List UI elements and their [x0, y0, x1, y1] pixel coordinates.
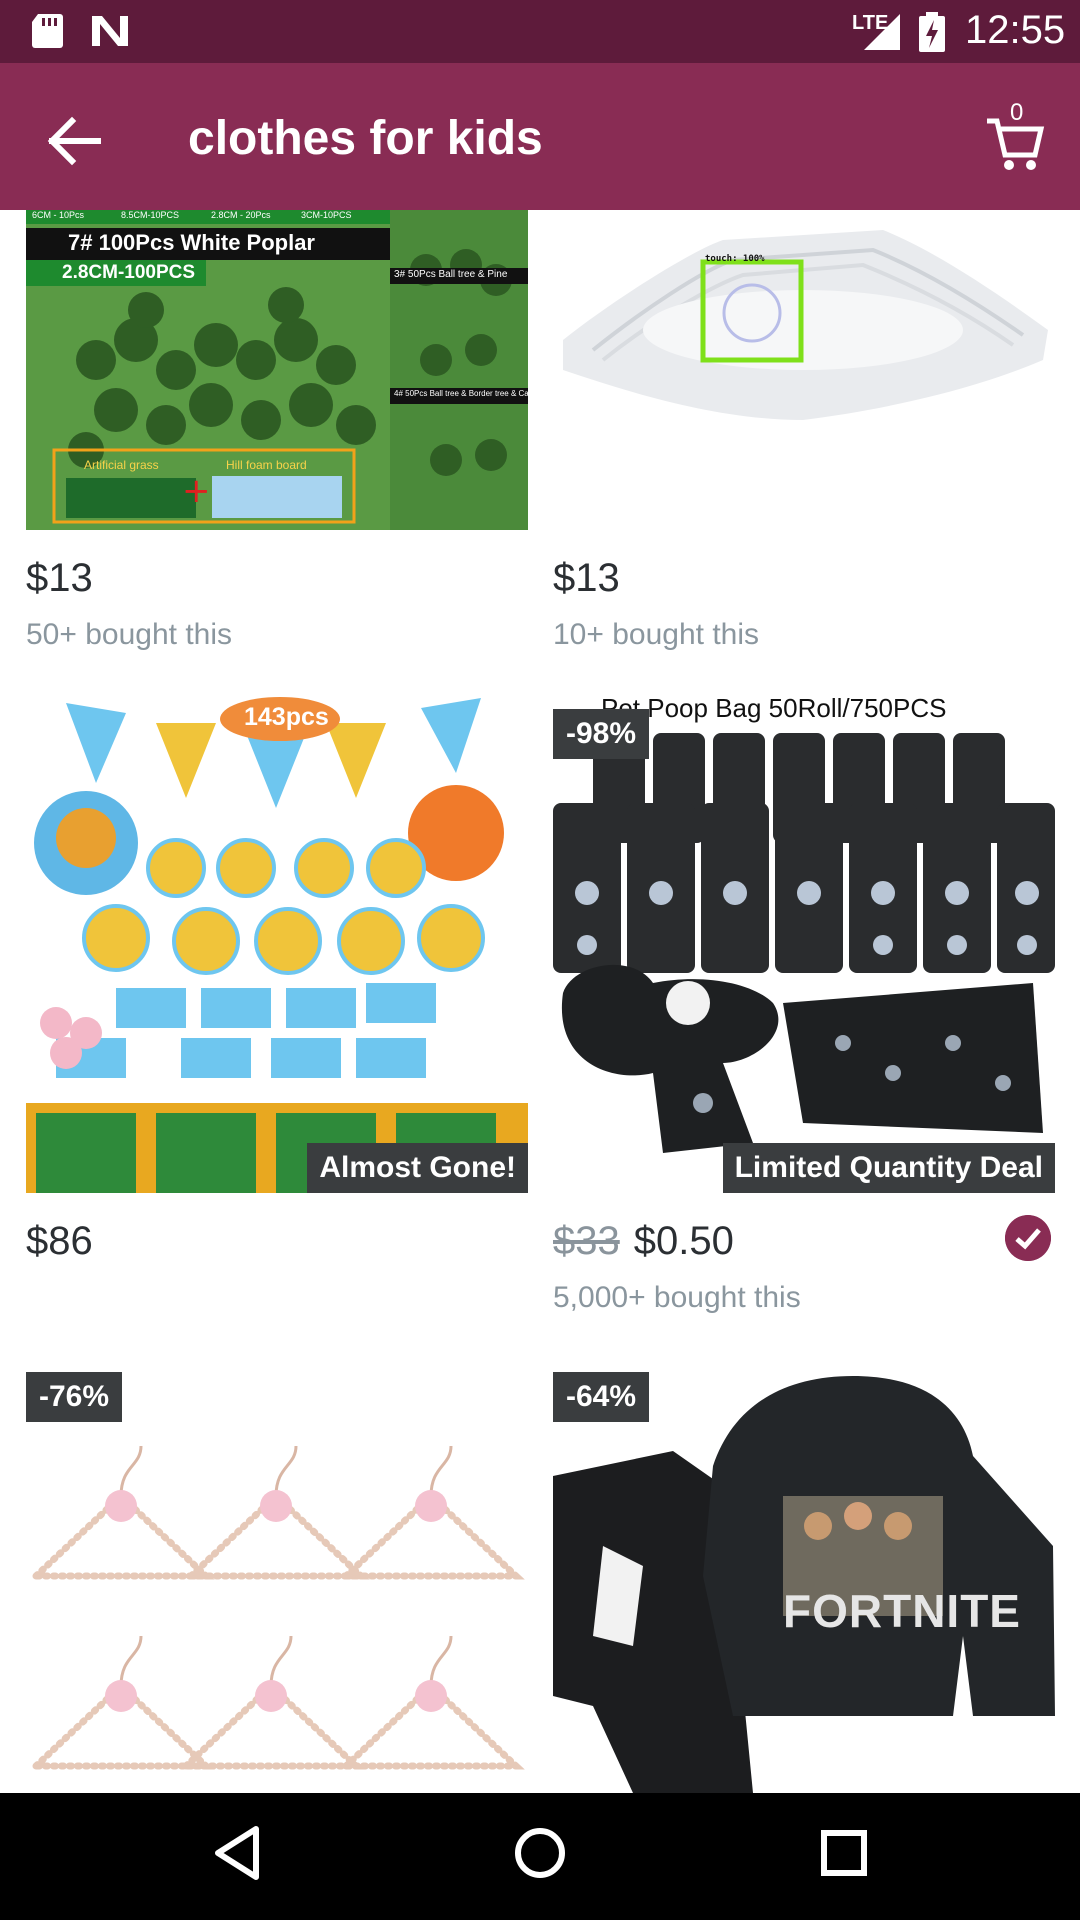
signal-icon	[864, 14, 900, 50]
wishlist-check-icon[interactable]	[1005, 1215, 1051, 1261]
product-price: $33 $0.50	[553, 1219, 734, 1264]
image-subline: 2.8CM-100PCS	[62, 262, 196, 283]
system-nav-bar	[0, 1793, 1080, 1920]
product-image[interactable]: -76%	[26, 1346, 528, 1793]
white-hangers-illustration	[563, 230, 1048, 420]
product-price: $13	[26, 556, 93, 600]
bought-count: 10+ bought this	[553, 618, 760, 651]
discount-badge: -98%	[553, 709, 650, 759]
image-headline: 7# 100Pcs White Poplar	[68, 230, 315, 255]
original-price: $33	[553, 1219, 620, 1263]
back-triangle-icon[interactable]	[210, 1823, 262, 1883]
sd-card-icon	[32, 14, 63, 48]
product-card[interactable]: touch: 100% $13 10+ bought this	[553, 210, 1055, 670]
n-logo-icon	[92, 16, 128, 46]
cart-count-badge: 0	[1010, 99, 1024, 126]
poop-bags-illustration	[553, 733, 1055, 1153]
svg-text:+: +	[182, 471, 211, 511]
touch-indicator: touch: 100%	[705, 254, 765, 264]
product-price: $86	[26, 1219, 93, 1263]
image-tag: 2.8CM - 20Pcs	[211, 210, 271, 220]
image-logo: FORTNITE	[783, 1585, 1021, 1637]
recents-square-icon[interactable]	[818, 1823, 870, 1883]
product-image[interactable]: Pet Poop Bag 50Roll/750PCS -98% Limited …	[553, 683, 1055, 1193]
deal-label: Limited Quantity Deal	[722, 1143, 1055, 1193]
product-image[interactable]: 143pcs Almost Gone!	[26, 683, 528, 1193]
image-pcs-label: 143pcs	[244, 703, 329, 731]
discount-badge: -76%	[26, 1372, 123, 1422]
product-card[interactable]: Pet Poop Bag 50Roll/750PCS -98% Limited …	[553, 683, 1055, 1323]
clock: 12:55	[965, 8, 1066, 52]
product-card[interactable]: -76%	[26, 1346, 528, 1793]
trees-illustration: +	[26, 210, 528, 530]
page-title: clothes for kids	[188, 112, 543, 165]
product-card[interactable]: FORTNITE -64%	[553, 1346, 1055, 1793]
deal-label: Almost Gone!	[307, 1143, 528, 1193]
image-tag: 3CM-10PCS	[301, 210, 352, 220]
party-set-illustration	[26, 697, 528, 1193]
image-side-title: 3# 50Pcs Ball tree & Pine	[394, 269, 508, 280]
battery-charging-icon	[919, 12, 945, 52]
product-card[interactable]: + 6CM - 10Pcs 8.5CM-10PCS 2.8CM - 20Pcs …	[26, 210, 528, 670]
product-image[interactable]: + 6CM - 10Pcs 8.5CM-10PCS 2.8CM - 20Pcs …	[26, 210, 528, 530]
image-side-title: 4# 50Pcs Ball tree & Border tree & Cassi…	[394, 389, 528, 398]
image-caption: Artificial grass	[84, 458, 159, 472]
image-tag: 6CM - 10Pcs	[32, 210, 85, 220]
image-caption: Hill foam board	[226, 458, 307, 472]
product-image[interactable]: FORTNITE -64%	[553, 1346, 1055, 1793]
image-tag: 8.5CM-10PCS	[121, 210, 180, 220]
home-circle-icon[interactable]	[512, 1823, 568, 1883]
back-arrow-icon[interactable]	[40, 113, 110, 169]
bought-count: 5,000+ bought this	[553, 1281, 801, 1314]
app-bar: clothes for kids 0	[0, 63, 1080, 210]
product-price: $13	[553, 556, 620, 600]
product-image[interactable]: touch: 100%	[553, 210, 1055, 530]
bought-count: 50+ bought this	[26, 618, 233, 651]
image-title: Pet Poop Bag 50Roll/750PCS	[601, 693, 947, 723]
sale-price: $0.50	[633, 1219, 734, 1263]
product-card[interactable]: 143pcs Almost Gone! $86	[26, 683, 528, 1323]
status-bar: LTE 12:55	[0, 0, 1080, 63]
discount-badge: -64%	[553, 1372, 650, 1422]
